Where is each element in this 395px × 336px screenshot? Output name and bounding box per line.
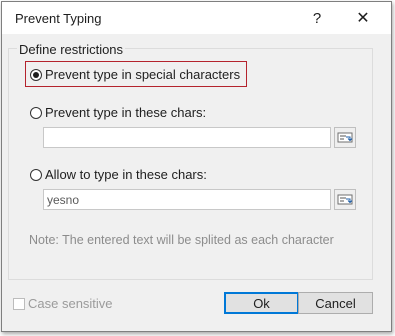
allow-chars-input[interactable]: yesno: [43, 189, 331, 210]
case-sensitive-checkbox[interactable]: [13, 297, 25, 310]
help-button[interactable]: ?: [294, 2, 340, 34]
prevent-chars-picker-button[interactable]: [334, 127, 356, 148]
prevent-chars-input[interactable]: [43, 127, 331, 148]
close-button[interactable]: ✕: [340, 2, 386, 34]
radio-prevent-these-chars[interactable]: Prevent type in these chars:: [30, 105, 206, 120]
radio-button-checked[interactable]: [30, 68, 42, 81]
window-title: Prevent Typing: [15, 11, 102, 26]
radio-prevent-special[interactable]: Prevent type in special characters: [30, 67, 240, 82]
radio-button[interactable]: [30, 106, 42, 119]
case-sensitive-label: Case sensitive: [28, 296, 113, 311]
title-bar: Prevent Typing ? ✕: [2, 2, 391, 34]
case-sensitive-option[interactable]: Case sensitive: [13, 296, 113, 311]
character-picker-icon: [337, 194, 353, 205]
radio-label: Prevent type in these chars:: [45, 105, 207, 120]
close-icon: ✕: [356, 10, 370, 27]
cancel-button[interactable]: Cancel: [298, 292, 373, 314]
note-text: Note: The entered text will be splited a…: [29, 233, 334, 247]
group-legend: Define restrictions: [17, 42, 126, 57]
ok-button[interactable]: Ok: [224, 292, 299, 314]
question-mark-icon: ?: [312, 9, 322, 27]
radio-button[interactable]: [30, 168, 42, 181]
radio-label: Allow to type in these chars:: [45, 167, 207, 182]
radio-label: Prevent type in special characters: [45, 67, 241, 82]
allow-chars-picker-button[interactable]: [334, 189, 356, 210]
character-picker-icon: [337, 132, 353, 143]
radio-allow-these-chars[interactable]: Allow to type in these chars:: [30, 167, 207, 182]
